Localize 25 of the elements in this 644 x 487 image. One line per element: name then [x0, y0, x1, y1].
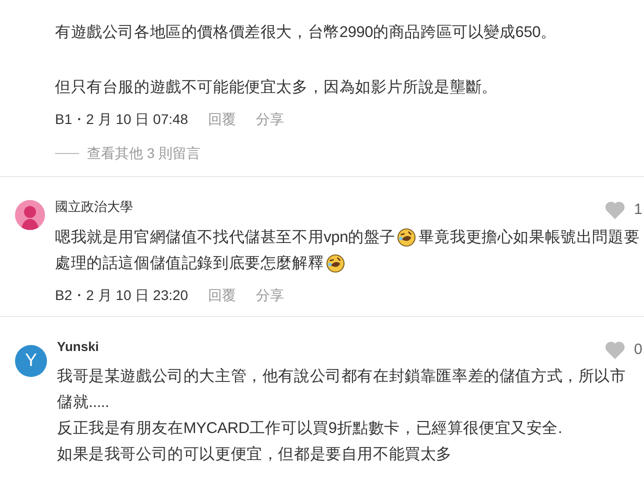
like-count: 1 [634, 200, 642, 220]
comment-meta: B2・2 月 10 日 23:20 [55, 286, 188, 304]
comment-text: 反正我是有朋友在MYCARD工作可以買9折點數卡，已經算很便宜又安全. [57, 418, 562, 440]
action-button[interactable]: 分享 [256, 109, 284, 130]
comment-text: 如果是我哥公司的可以更便宜，但都是要自用不能買太多 [57, 444, 452, 466]
comment-text: 有遊戲公司各地區的價格價差很大，台幣2990的商品跨區可以變成650。 [55, 23, 556, 44]
avatar-icon: Y [15, 344, 47, 376]
comment-text: 畢竟我更擔心如果帳號出問題要 [418, 228, 640, 248]
author-name: Yunski [57, 338, 99, 356]
laughing-emoji-icon [326, 254, 345, 273]
comment-text: 處理的話這個儲值記錄到底要怎麼解釋 [55, 254, 324, 274]
comment-text: 嗯我就是用官網儲值不找代儲甚至不用vpn的盤子 [55, 228, 396, 248]
comment-text: 儲就..... [57, 393, 110, 414]
comment-text: 我哥是某遊戲公司的大主管，他有說公司都有在封鎖靠匯率差的儲值方式，所以市 [57, 366, 626, 388]
action-button[interactable]: 回覆 [208, 284, 236, 306]
heart-icon[interactable] [604, 200, 626, 220]
action-button[interactable]: 分享 [256, 284, 284, 306]
comment-meta: B1・2 月 10 日 07:48 [55, 110, 188, 129]
view-more-replies-link[interactable]: 查看其他 3 則留言 [55, 143, 201, 164]
like-count: 0 [634, 340, 642, 360]
author-name: 國立政治大學 [55, 198, 133, 216]
laughing-emoji-icon [397, 228, 416, 247]
comment-text: 但只有台服的遊戲不可能能便宜太多，因為如影片所說是壟斷。 [55, 78, 498, 98]
action-button[interactable]: 回覆 [208, 109, 236, 130]
heart-icon[interactable] [604, 340, 626, 360]
